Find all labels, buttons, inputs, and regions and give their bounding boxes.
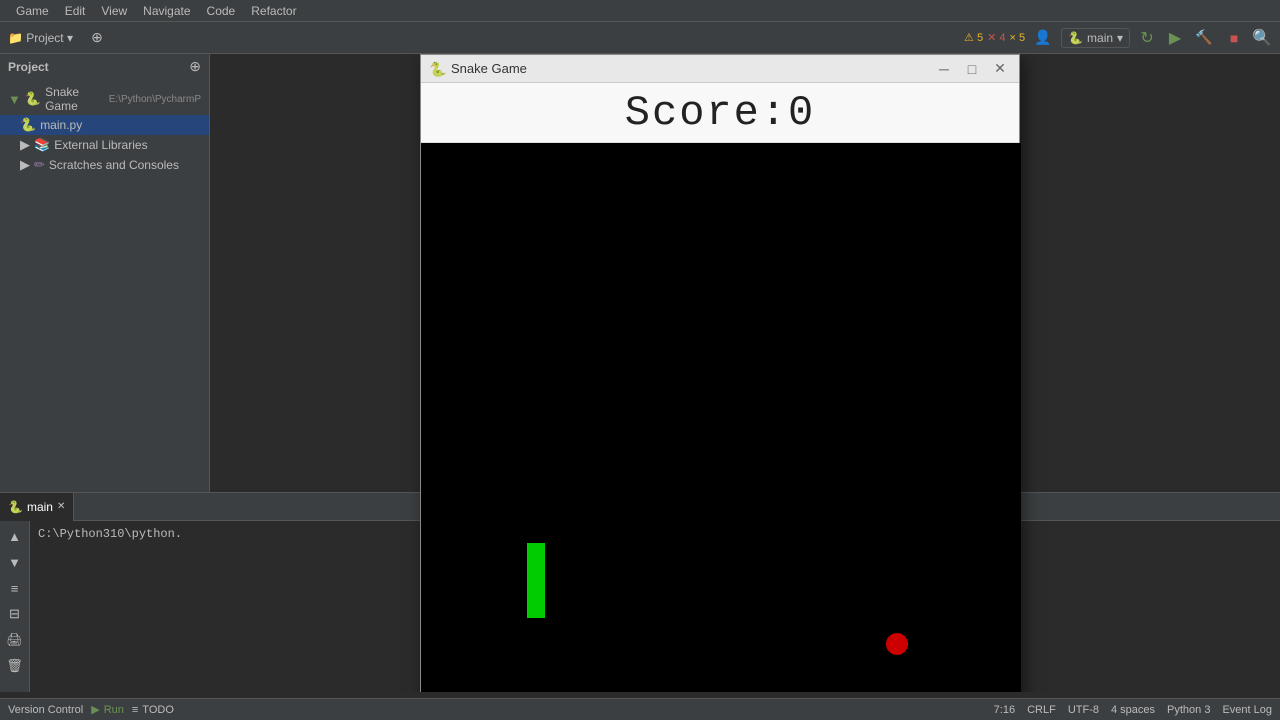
status-indent[interactable]: 4 spaces — [1111, 704, 1155, 716]
game-score-area: Score:0 — [421, 83, 1019, 143]
game-window-icon: 🐍 — [429, 61, 445, 77]
sidebar-item-scratches[interactable]: ▶ ✏ Scratches and Consoles — [0, 155, 209, 175]
status-bar: Version Control ▶ Run ≡ TODO 7:16 CRLF U… — [0, 698, 1280, 720]
error-badge: ✕ 4 — [987, 31, 1005, 44]
menu-game[interactable]: Game — [8, 4, 57, 18]
panel-scroll-up-btn[interactable]: ▲ — [4, 525, 26, 547]
stop-btn[interactable]: ■ — [1222, 26, 1246, 50]
status-left: Version Control ▶ Run ≡ TODO — [8, 703, 174, 716]
game-titlebar: 🐍 Snake Game ─ □ ✕ — [421, 55, 1019, 83]
status-line-ending[interactable]: CRLF — [1027, 704, 1056, 716]
panel-tab-main[interactable]: 🐍 main ✕ — [0, 493, 74, 521]
game-window: 🐍 Snake Game ─ □ ✕ Score:0 — [420, 54, 1020, 692]
info-badge: × 5 — [1009, 32, 1025, 44]
status-event-log[interactable]: Event Log — [1222, 704, 1272, 716]
panel-print-btn[interactable]: 🖨 — [4, 629, 26, 651]
ext-lib-chevron: ▶ — [20, 137, 30, 153]
panel-filter-btn[interactable]: ⊟ — [4, 603, 26, 625]
maximize-btn[interactable]: □ — [961, 58, 983, 80]
warning-area: ⚠ 5 ✕ 4 × 5 — [964, 31, 1025, 44]
sidebar-snake-path: E:\Python\PycharmP — [109, 94, 201, 105]
sidebar-add-btn[interactable]: ⊕ — [189, 58, 201, 75]
sidebar-snake-game-label: Snake Game — [45, 85, 103, 113]
status-right: 7:16 CRLF UTF-8 4 spaces Python 3 Event … — [994, 704, 1272, 716]
add-content-btn[interactable]: ⊕ — [85, 26, 109, 50]
warning-badge: ⚠ 5 — [964, 31, 983, 44]
run-btn[interactable]: ▶ — [1164, 27, 1186, 49]
mainpy-icon: 🐍 — [20, 117, 36, 133]
scratches-chevron: ▶ — [20, 157, 30, 173]
sidebar-scratches-label: Scratches and Consoles — [49, 158, 179, 172]
terminal-output: C:\Python310\python. — [38, 527, 182, 541]
game-score-text: Score:0 — [625, 89, 815, 137]
minimize-btn[interactable]: ─ — [933, 58, 955, 80]
snake-segment-1 — [527, 543, 545, 618]
toolbar-right: ⚠ 5 ✕ 4 × 5 👤 🐍 main ▾ ↻ ▶ 🔨 ■ 🔍 — [964, 26, 1272, 50]
run-config-icon: 🐍 — [1068, 31, 1083, 45]
panel-trash-btn[interactable]: 🗑 — [4, 655, 26, 677]
sidebar-ext-lib-label: External Libraries — [54, 138, 147, 152]
profile-btn[interactable]: 👤 — [1031, 26, 1055, 50]
ext-lib-icon: 📚 — [34, 137, 50, 153]
snake-game-icon: ▼ — [8, 92, 21, 107]
run-config-selector[interactable]: 🐍 main ▾ — [1061, 28, 1130, 48]
build-btn[interactable]: 🔨 — [1192, 26, 1216, 50]
menu-bar: Game Edit View Navigate Code Refactor — [0, 0, 1280, 22]
sidebar-header: Project ⊕ — [0, 54, 209, 79]
status-position[interactable]: 7:16 — [994, 704, 1015, 716]
sidebar-title: Project — [8, 60, 49, 74]
sidebar-mainpy-label: main.py — [40, 118, 82, 132]
panel-tab-label: main — [27, 500, 53, 514]
menu-edit[interactable]: Edit — [57, 4, 94, 18]
panel-actions: ▲ ▼ ≡ ⊟ 🖨 🗑 — [0, 521, 30, 692]
sidebar-item-snake-game[interactable]: ▼ 🐍 Snake Game E:\Python\PycharmP — [0, 83, 209, 115]
run-config-chevron: ▾ — [1117, 31, 1123, 45]
snake-game-file-icon: 🐍 — [25, 91, 41, 107]
vcs-label: Version Control — [8, 704, 83, 716]
status-python[interactable]: Python 3 — [1167, 704, 1210, 716]
scratches-icon: ✏ — [34, 157, 45, 173]
refresh-btn[interactable]: ↻ — [1136, 27, 1158, 49]
status-todo[interactable]: ≡ TODO — [132, 704, 174, 716]
game-canvas[interactable] — [421, 143, 1021, 692]
food-item — [886, 633, 908, 655]
run-label: Run — [104, 704, 124, 716]
panel-tab-icon: 🐍 — [8, 500, 23, 514]
sidebar-item-ext-libraries[interactable]: ▶ 📚 External Libraries — [0, 135, 209, 155]
todo-icon: ≡ — [132, 704, 138, 716]
status-encoding[interactable]: UTF-8 — [1068, 704, 1099, 716]
toolbar: 📁 Project ▾ ⊕ ⚠ 5 ✕ 4 × 5 👤 🐍 main ▾ ↻ ▶… — [0, 22, 1280, 54]
todo-label: TODO — [142, 704, 174, 716]
menu-code[interactable]: Code — [199, 4, 244, 18]
sidebar-item-mainpy[interactable]: 🐍 main.py — [0, 115, 209, 135]
menu-navigate[interactable]: Navigate — [135, 4, 198, 18]
close-btn[interactable]: ✕ — [989, 58, 1011, 80]
panel-scroll-down-btn[interactable]: ▼ — [4, 551, 26, 573]
menu-view[interactable]: View — [93, 4, 135, 18]
status-vcs[interactable]: Version Control — [8, 704, 83, 716]
panel-tab-close-btn[interactable]: ✕ — [57, 501, 65, 512]
status-run[interactable]: ▶ Run — [91, 703, 124, 716]
menu-refactor[interactable]: Refactor — [243, 4, 304, 18]
run-config-name: main — [1087, 31, 1113, 45]
run-triangle: ▶ — [91, 703, 99, 716]
search-everywhere-btn[interactable]: 🔍 — [1252, 28, 1272, 48]
project-dropdown-label[interactable]: 📁 Project ▾ — [8, 31, 73, 45]
game-window-title: Snake Game — [451, 61, 927, 76]
panel-wrap-btn[interactable]: ≡ — [4, 577, 26, 599]
